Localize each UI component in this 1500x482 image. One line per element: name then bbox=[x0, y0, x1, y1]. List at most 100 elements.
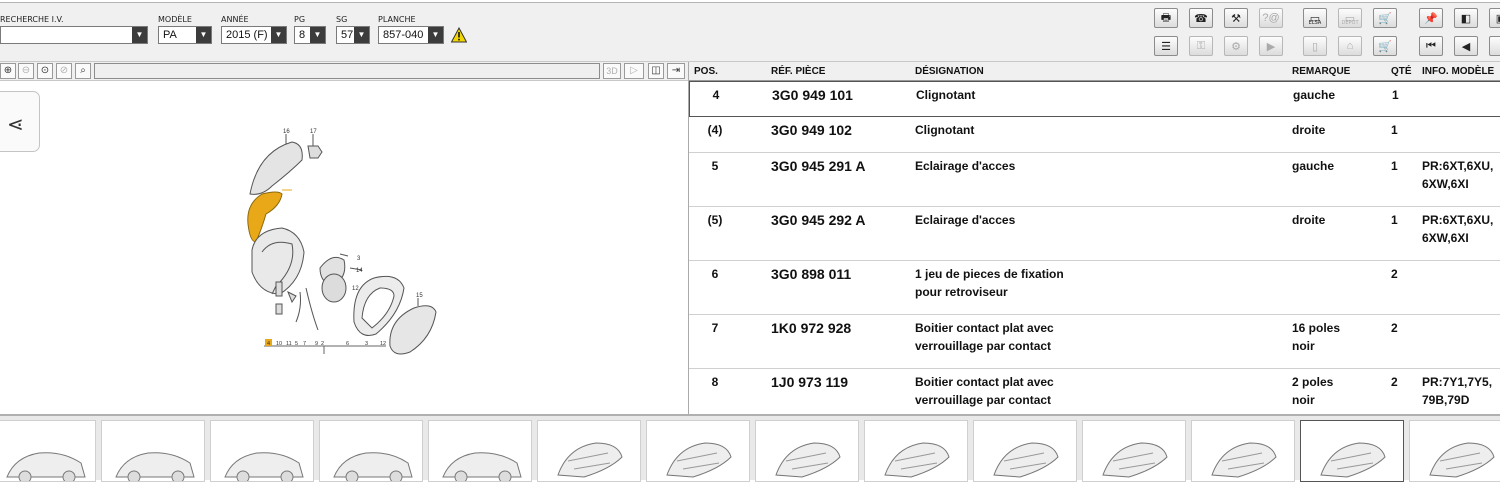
thumbnail[interactable] bbox=[537, 420, 641, 482]
thumbnail[interactable] bbox=[210, 420, 314, 482]
thumbnail[interactable] bbox=[1082, 420, 1186, 482]
first-button[interactable]: ⏮ bbox=[1419, 36, 1443, 56]
thumbnail[interactable] bbox=[864, 420, 968, 482]
cart-button[interactable]: 🛒 bbox=[1373, 36, 1397, 56]
callout-b5: 9 bbox=[315, 341, 318, 347]
callout-b8: 3 bbox=[365, 341, 368, 347]
part-thumbnail-icon bbox=[1429, 442, 1495, 478]
modele-label: MODÈLE bbox=[158, 15, 192, 24]
elsa-button[interactable]: ▭ ELSA bbox=[1303, 8, 1327, 28]
cell-info: 6XW,6XI bbox=[1422, 231, 1469, 245]
prev-button[interactable]: ◀ bbox=[1454, 36, 1478, 56]
cell-pos: (4) bbox=[707, 123, 723, 137]
part-thumbnail-icon bbox=[884, 442, 950, 478]
help-button[interactable]: ?@ bbox=[1259, 8, 1283, 28]
cell-info: PR:6XT,6XU, bbox=[1422, 159, 1494, 173]
thumbnail[interactable] bbox=[101, 420, 205, 482]
thumbnail[interactable] bbox=[319, 420, 423, 482]
col-pos[interactable]: POS. bbox=[694, 66, 718, 77]
callout-r3: 12 bbox=[352, 286, 359, 292]
table-row[interactable]: 5 3G0 945 291 A Eclairage d'acces gauche 1 PR… bbox=[689, 153, 1500, 207]
col-remarque[interactable]: REMARQUE bbox=[1292, 66, 1350, 77]
table-row[interactable]: 6 3G0 898 011 1 jeu de pieces de fixation p… bbox=[689, 261, 1500, 315]
expand-button[interactable]: ⇥ bbox=[667, 63, 685, 79]
more-button-bottom[interactable]: ▐ bbox=[1489, 36, 1500, 56]
cell-info: PR:6XT,6XU, bbox=[1422, 213, 1494, 227]
thumbnail[interactable] bbox=[1409, 420, 1500, 482]
view-3d-button[interactable]: 3D bbox=[603, 63, 621, 79]
search-iv-select[interactable]: ▼ bbox=[0, 26, 148, 44]
next-disabled-button[interactable]: ▶ bbox=[1259, 36, 1283, 56]
zoom-reset-button[interactable]: ⊘ bbox=[56, 63, 72, 79]
cell-designation: Eclairage d'acces bbox=[915, 159, 1016, 173]
col-ref[interactable]: RÉF. PIÈCE bbox=[771, 66, 825, 77]
car-thumbnail-icon bbox=[224, 452, 304, 481]
phone-button[interactable]: ☎ bbox=[1189, 8, 1213, 28]
split-view-button[interactable]: ◫ bbox=[648, 63, 664, 79]
cell-qte: 1 bbox=[1392, 88, 1399, 102]
table-row[interactable]: 7 1K0 972 928 Boitier contact plat avec ver… bbox=[689, 315, 1500, 369]
zoom-fit-button[interactable]: ⊙ bbox=[37, 63, 53, 79]
play-button[interactable]: ▷ bbox=[624, 63, 644, 79]
thumbnail[interactable] bbox=[973, 420, 1077, 482]
sg-select[interactable]: 57 ▼ bbox=[336, 26, 370, 44]
col-qte[interactable]: QTÉ bbox=[1391, 66, 1412, 77]
engine-button[interactable]: ⚙ bbox=[1224, 36, 1248, 56]
planche-label: PLANCHE bbox=[378, 15, 416, 24]
callout-b7: 6 bbox=[346, 341, 349, 347]
pg-group: PG 8 ▼ bbox=[294, 15, 326, 44]
thumbnail[interactable] bbox=[646, 420, 750, 482]
collapse-button[interactable]: ◧ bbox=[1454, 8, 1478, 28]
col-info[interactable]: INFO. MODÈLE bbox=[1422, 66, 1494, 77]
zoom-out-button[interactable]: ⊖ bbox=[18, 63, 34, 79]
expand-arrow-icon: ⇥ bbox=[671, 65, 681, 76]
car-thumbnail-icon bbox=[115, 452, 195, 481]
illustration-search-input[interactable] bbox=[94, 63, 600, 79]
search-button[interactable]: ⌕ bbox=[75, 63, 91, 79]
cell-ref: 1K0 972 928 bbox=[771, 320, 852, 336]
thumbnail[interactable] bbox=[1191, 420, 1295, 482]
callout-r2: 14 bbox=[356, 268, 363, 274]
cart-add-button[interactable]: 🛒 bbox=[1373, 8, 1397, 28]
callout-r1: 3 bbox=[357, 256, 361, 262]
list-button[interactable]: ☰ bbox=[1154, 36, 1178, 56]
thumbnail[interactable] bbox=[428, 420, 532, 482]
depot-button[interactable]: ▭ DEPOT bbox=[1338, 8, 1362, 28]
building-icon: ⌂ bbox=[1346, 40, 1354, 52]
printer-icon: 🖶 bbox=[1160, 11, 1172, 24]
cell-info: 79B,79D bbox=[1422, 393, 1470, 407]
search-iv-group: RECHERCHE I.V. ▼ bbox=[0, 15, 148, 44]
table-row[interactable]: 4 3G0 949 101 Clignotant gauche 1 bbox=[689, 81, 1500, 117]
zoom-in-button[interactable]: ⊕ bbox=[0, 63, 16, 79]
pg-select[interactable]: 8 ▼ bbox=[294, 26, 326, 44]
sg-group: SG 57 ▼ bbox=[336, 15, 370, 44]
play-icon: ▶ bbox=[1266, 40, 1276, 53]
key-button[interactable]: ⚿ bbox=[1189, 36, 1213, 56]
cell-designation: Clignotant bbox=[915, 123, 975, 137]
mirror-cap-part bbox=[249, 141, 303, 195]
cell-remarque: 16 poles bbox=[1292, 321, 1341, 335]
cell-designation: Clignotant bbox=[916, 88, 976, 102]
cell-qte: 1 bbox=[1391, 123, 1398, 137]
table-row[interactable]: (5) 3G0 945 292 A Eclairage d'acces droite 1… bbox=[689, 207, 1500, 261]
thumbnail[interactable] bbox=[755, 420, 859, 482]
planche-select[interactable]: 857-040 ▼ bbox=[378, 26, 444, 44]
dealer-button[interactable]: ⌂ bbox=[1338, 36, 1362, 56]
col-designation[interactable]: DÉSIGNATION bbox=[915, 66, 984, 77]
pin-button[interactable]: 📌 bbox=[1419, 8, 1443, 28]
annee-select[interactable]: 2015 (F) ▼ bbox=[221, 26, 287, 44]
warning-icon[interactable] bbox=[451, 27, 467, 43]
phone-icon: ☎ bbox=[1194, 12, 1208, 25]
table-row[interactable]: (4) 3G0 949 102 Clignotant droite 1 bbox=[689, 117, 1500, 153]
cell-info: PR:7Y1,7Y5, bbox=[1422, 375, 1493, 389]
thumbnail[interactable] bbox=[1300, 420, 1404, 482]
table-row[interactable]: 8 1J0 973 119 Boitier contact plat avec ver… bbox=[689, 369, 1500, 415]
thumbnail[interactable] bbox=[0, 420, 96, 482]
print-button[interactable]: 🖶 bbox=[1154, 8, 1178, 28]
modele-select[interactable]: PA ▼ bbox=[158, 26, 212, 44]
search-icon: ⌕ bbox=[80, 65, 86, 76]
doc-button[interactable]: ▯ bbox=[1303, 36, 1327, 56]
cell-qte: 2 bbox=[1391, 375, 1398, 389]
more-button-top[interactable]: ▣ bbox=[1489, 8, 1500, 28]
tools-button[interactable]: ⚒ bbox=[1224, 8, 1248, 28]
